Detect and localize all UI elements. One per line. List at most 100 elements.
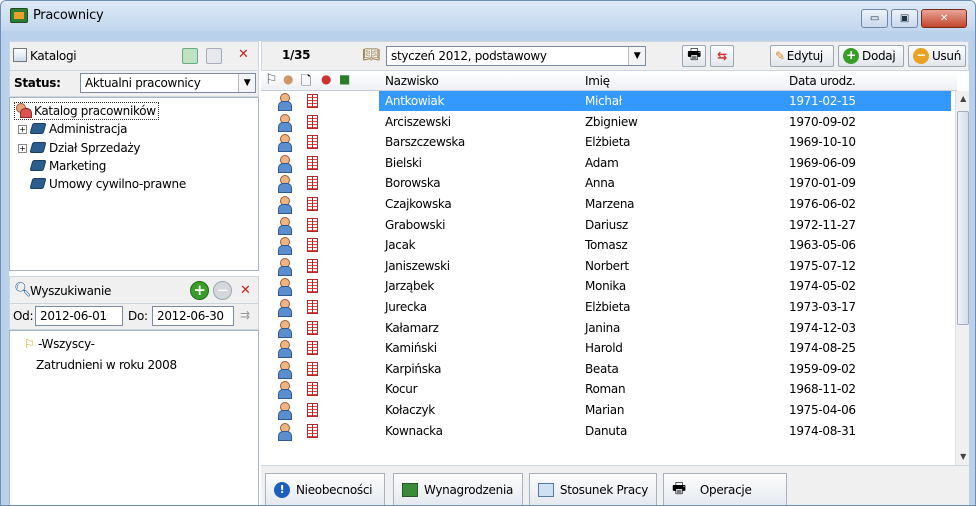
cell-lastname: Czajkowska xyxy=(385,197,452,211)
cell-birthdate: 1975-07-12 xyxy=(789,258,856,273)
cell-lastname: Barszczewska xyxy=(385,135,465,150)
cell-lastname: Bielski xyxy=(385,155,422,170)
table-row[interactable]: Jacak Tomasz 1963-05-06 xyxy=(261,235,957,256)
money-column-icon[interactable]: ■ xyxy=(339,72,350,86)
calendar-icon xyxy=(307,279,318,294)
printer-icon: 🖶︎ xyxy=(672,478,686,497)
to-label: Do: xyxy=(128,309,148,323)
table-row[interactable]: Kołaczyk Marian 1975-04-06 xyxy=(261,400,957,420)
column-firstname[interactable]: Imię xyxy=(585,74,610,88)
table-row[interactable]: Borowska Anna 1970-01-09 xyxy=(261,173,957,194)
from-date-input[interactable]: 2012-06-01 xyxy=(35,306,123,326)
cell-firstname: Tomasz xyxy=(585,238,628,253)
record-counter: 1/35 xyxy=(282,48,311,62)
period-select[interactable]: styczeń 2012, podstawowy ▼ xyxy=(386,46,646,66)
add-catalog-icon[interactable] xyxy=(182,48,198,64)
calendar-icon xyxy=(307,94,318,108)
edit-button[interactable]: ✎ Edytuj xyxy=(770,45,834,67)
expand-icon[interactable]: + xyxy=(18,144,27,153)
cell-lastname: Kamiński xyxy=(385,341,437,356)
table-row[interactable]: Kałamarz Janina 1974-12-03 xyxy=(261,318,957,338)
cell-firstname: Danuta xyxy=(585,423,628,438)
cell-lastname: Kownacka xyxy=(385,423,443,438)
app-icon xyxy=(10,8,28,23)
column-lastname[interactable]: Nazwisko xyxy=(385,74,439,88)
apply-range-icon[interactable]: ⇉ xyxy=(240,308,250,322)
calendar-icon xyxy=(307,135,318,150)
money-icon xyxy=(402,483,418,497)
search-result-item[interactable]: Zatrudnieni w roku 2008 xyxy=(36,358,177,372)
tree-item-marketing[interactable]: Marketing xyxy=(29,159,107,173)
cell-birthdate: 1972-11-27 xyxy=(789,217,856,232)
expand-icon[interactable]: + xyxy=(18,125,27,134)
table-row[interactable]: Kamiński Harold 1974-08-25 xyxy=(261,338,957,359)
search-result-label: Zatrudnieni w roku 2008 xyxy=(36,358,177,372)
table-row[interactable]: Antkowiak Michał 1971-02-15 xyxy=(261,91,957,111)
table-row[interactable]: Grabowski Dariusz 1972-11-27 xyxy=(261,215,957,235)
tab-wynagrodzenia[interactable]: Wynagrodzenia xyxy=(393,473,523,505)
status-row: Status: Aktualni pracownicy ▼ xyxy=(9,71,259,97)
to-date-input[interactable]: 2012-06-30 xyxy=(152,306,234,326)
table-row[interactable]: Jurecka Elżbieta 1973-03-17 xyxy=(261,297,957,317)
table-row[interactable]: Kocur Roman 1968-11-02 xyxy=(261,379,957,400)
person-icon xyxy=(277,340,292,359)
tab-stosunek-pracy[interactable]: Stosunek Pracy xyxy=(529,473,657,505)
tree-item-label: Marketing xyxy=(49,159,107,173)
delete-filter-icon[interactable]: ✕ xyxy=(240,283,251,298)
export-button[interactable]: ⇆ xyxy=(710,45,734,67)
search-result-item[interactable]: ⚐ -Wszyscy- xyxy=(24,337,95,351)
cell-birthdate: 1975-04-06 xyxy=(789,403,856,417)
cell-lastname: Antkowiak xyxy=(385,94,445,108)
chevron-down-icon[interactable]: ▼ xyxy=(238,74,255,92)
table-row[interactable]: Czajkowska Marzena 1976-06-02 xyxy=(261,194,957,214)
book-icon xyxy=(29,123,47,134)
grid-scrollbar[interactable]: ▲ ▼ xyxy=(955,91,969,465)
chevron-down-icon[interactable]: ▼ xyxy=(628,47,645,65)
table-row[interactable]: Barszczewska Elżbieta 1969-10-10 xyxy=(261,132,957,153)
edit-catalog-icon[interactable] xyxy=(206,48,222,64)
add-filter-icon[interactable]: + xyxy=(190,281,209,300)
person-column-icon[interactable]: ● xyxy=(283,72,293,86)
tab-nieobecnosci[interactable]: ! Nieobecności xyxy=(265,473,385,505)
delete-catalog-icon[interactable]: ✕ xyxy=(238,47,249,62)
book-icon xyxy=(29,160,47,171)
person-icon xyxy=(277,299,292,317)
add-button[interactable]: + Dodaj xyxy=(838,45,904,67)
tree-root[interactable]: Katalog pracowników xyxy=(14,102,159,120)
table-row[interactable]: Janiszewski Norbert 1975-07-12 xyxy=(261,256,957,276)
close-button[interactable]: ✕ xyxy=(921,9,967,28)
catalog-tree: Katalog pracowników + Administracja + Dzia… xyxy=(9,97,259,271)
scroll-down-icon[interactable]: ▼ xyxy=(956,449,970,465)
tree-item-label: Dział Sprzedaży xyxy=(49,141,141,155)
remove-filter-icon[interactable]: − xyxy=(213,281,232,300)
tab-operacje[interactable]: 🖶︎ Operacje xyxy=(663,473,787,505)
column-birthdate[interactable]: Data urodz. xyxy=(789,74,856,88)
table-row[interactable]: Bielski Adam 1969-06-09 xyxy=(261,153,957,173)
cell-lastname: Janiszewski xyxy=(385,258,450,273)
contract-column-icon[interactable]: ● xyxy=(321,72,331,86)
print-button[interactable]: 🖶︎ xyxy=(682,45,706,67)
cell-birthdate: 1974-08-25 xyxy=(789,341,856,356)
calendar-icon xyxy=(307,423,318,438)
cell-lastname: Arciszewski xyxy=(385,114,451,129)
scroll-up-icon[interactable]: ▲ xyxy=(956,91,970,107)
catalogs-title: Katalogi xyxy=(30,49,77,63)
status-select[interactable]: Aktualni pracownicy ▼ xyxy=(80,73,256,93)
table-row[interactable]: Kownacka Danuta 1974-08-31 xyxy=(261,421,957,441)
tree-item-umowy[interactable]: Umowy cywilno-prawne xyxy=(29,177,186,191)
table-row[interactable]: Arciszewski Zbigniew 1970-09-02 xyxy=(261,112,957,132)
book-open-icon: 📖︎ xyxy=(362,47,380,63)
minimize-button[interactable]: ▭ xyxy=(861,9,888,28)
maximize-button[interactable]: ▣ xyxy=(891,9,918,28)
cell-birthdate: 1970-09-02 xyxy=(789,114,856,129)
tree-item-administracja[interactable]: + Administracja xyxy=(18,122,128,136)
delete-label: Usuń xyxy=(931,49,961,63)
tree-item-dzial-sprzedazy[interactable]: + Dział Sprzedaży xyxy=(18,141,140,155)
scroll-thumb[interactable] xyxy=(957,111,969,325)
calendar-icon xyxy=(307,341,318,356)
delete-button[interactable]: − Usuń xyxy=(908,45,966,67)
table-row[interactable]: Jarząbek Monika 1974-05-02 xyxy=(261,276,957,297)
table-row[interactable]: Karpińska Beata 1959-09-02 xyxy=(261,359,957,379)
flag-column-icon[interactable]: ⚐ xyxy=(265,72,278,88)
people-group-icon xyxy=(15,103,32,118)
